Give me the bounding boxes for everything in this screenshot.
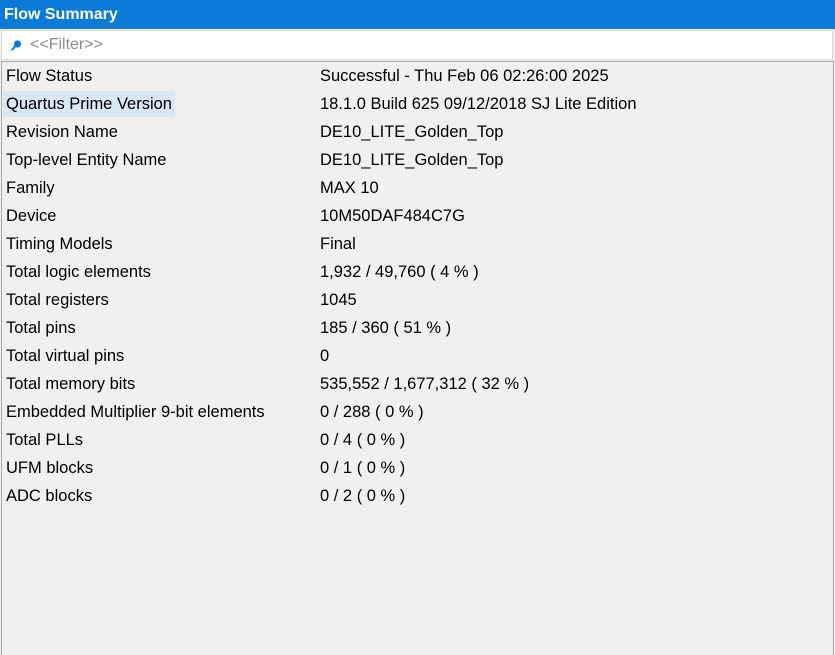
row-label: Flow Status (6, 67, 93, 85)
table-row[interactable]: Embedded Multiplier 9-bit elements 0 / 28… (2, 398, 833, 426)
row-label: Total PLLs (6, 431, 84, 449)
row-value: Final (320, 235, 356, 253)
row-value: 535,552 / 1,677,312 ( 32 % ) (320, 375, 530, 393)
table-row[interactable]: Total logic elements 1,932 / 49,760 ( 4 %… (2, 258, 833, 286)
filter-bar (1, 30, 833, 60)
table-row[interactable]: ADC blocks 0 / 2 ( 0 % ) (2, 482, 833, 510)
row-value: DE10_LITE_Golden_Top (320, 151, 504, 169)
row-value: 0 / 1 ( 0 % ) (320, 459, 406, 477)
row-value: 1045 (320, 291, 357, 309)
row-label: Timing Models (6, 235, 113, 253)
row-label: Total memory bits (6, 375, 136, 393)
row-label: Top-level Entity Name (6, 151, 167, 169)
flow-summary-table: Flow Status Successful - Thu Feb 06 02:26… (1, 61, 834, 655)
table-row[interactable]: Total memory bits 535,552 / 1,677,312 ( 3… (2, 370, 833, 398)
row-value: 18.1.0 Build 625 09/12/2018 SJ Lite Edit… (320, 95, 637, 113)
row-value: 1,932 / 49,760 ( 4 % ) (320, 263, 479, 281)
row-label: Quartus Prime Version (3, 91, 175, 117)
row-label: Revision Name (6, 123, 118, 141)
row-label: Family (6, 179, 55, 197)
row-value: Successful - Thu Feb 06 02:26:00 2025 (320, 67, 609, 85)
table-row[interactable]: Total pins 185 / 360 ( 51 % ) (2, 314, 833, 342)
table-row[interactable]: Timing Models Final (2, 230, 833, 258)
row-value: 185 / 360 ( 51 % ) (320, 319, 452, 337)
row-label: Embedded Multiplier 9-bit elements (6, 403, 265, 421)
row-label: Total virtual pins (6, 347, 125, 365)
table-row[interactable]: Flow Status Successful - Thu Feb 06 02:26… (2, 62, 833, 90)
row-value: DE10_LITE_Golden_Top (320, 123, 504, 141)
row-value: 0 / 2 ( 0 % ) (320, 487, 406, 505)
table-row[interactable]: Revision Name DE10_LITE_Golden_Top (2, 118, 833, 146)
flow-summary-panel: Flow Summary Flow Status Successful - Thu… (0, 0, 835, 655)
row-label: Total registers (6, 291, 109, 309)
row-value: 0 (320, 347, 330, 365)
table-row[interactable]: Quartus Prime Version 18.1.0 Build 625 09… (2, 90, 833, 118)
table-row[interactable]: Total virtual pins 0 (2, 342, 833, 370)
table-row[interactable]: UFM blocks 0 / 1 ( 0 % ) (2, 454, 833, 482)
table-row[interactable]: Family MAX 10 (2, 174, 833, 202)
table-row[interactable]: Total registers 1045 (2, 286, 833, 314)
search-icon (11, 40, 22, 51)
table-row[interactable]: Total PLLs 0 / 4 ( 0 % ) (2, 426, 833, 454)
table-row[interactable]: Top-level Entity Name DE10_LITE_Golden_To… (2, 146, 833, 174)
row-label: ADC blocks (6, 487, 93, 505)
row-label: Total pins (6, 319, 76, 337)
table-row[interactable]: Device 10M50DAF484C7G (2, 202, 833, 230)
row-value: 10M50DAF484C7G (320, 207, 465, 225)
filter-input[interactable] (30, 32, 820, 58)
panel-title: Flow Summary (0, 0, 835, 29)
row-label: Device (6, 207, 57, 225)
row-value: 0 / 288 ( 0 % ) (320, 403, 424, 421)
row-value: 0 / 4 ( 0 % ) (320, 431, 406, 449)
row-label: Total logic elements (6, 263, 151, 281)
row-label: UFM blocks (6, 459, 94, 477)
row-value: MAX 10 (320, 179, 379, 197)
